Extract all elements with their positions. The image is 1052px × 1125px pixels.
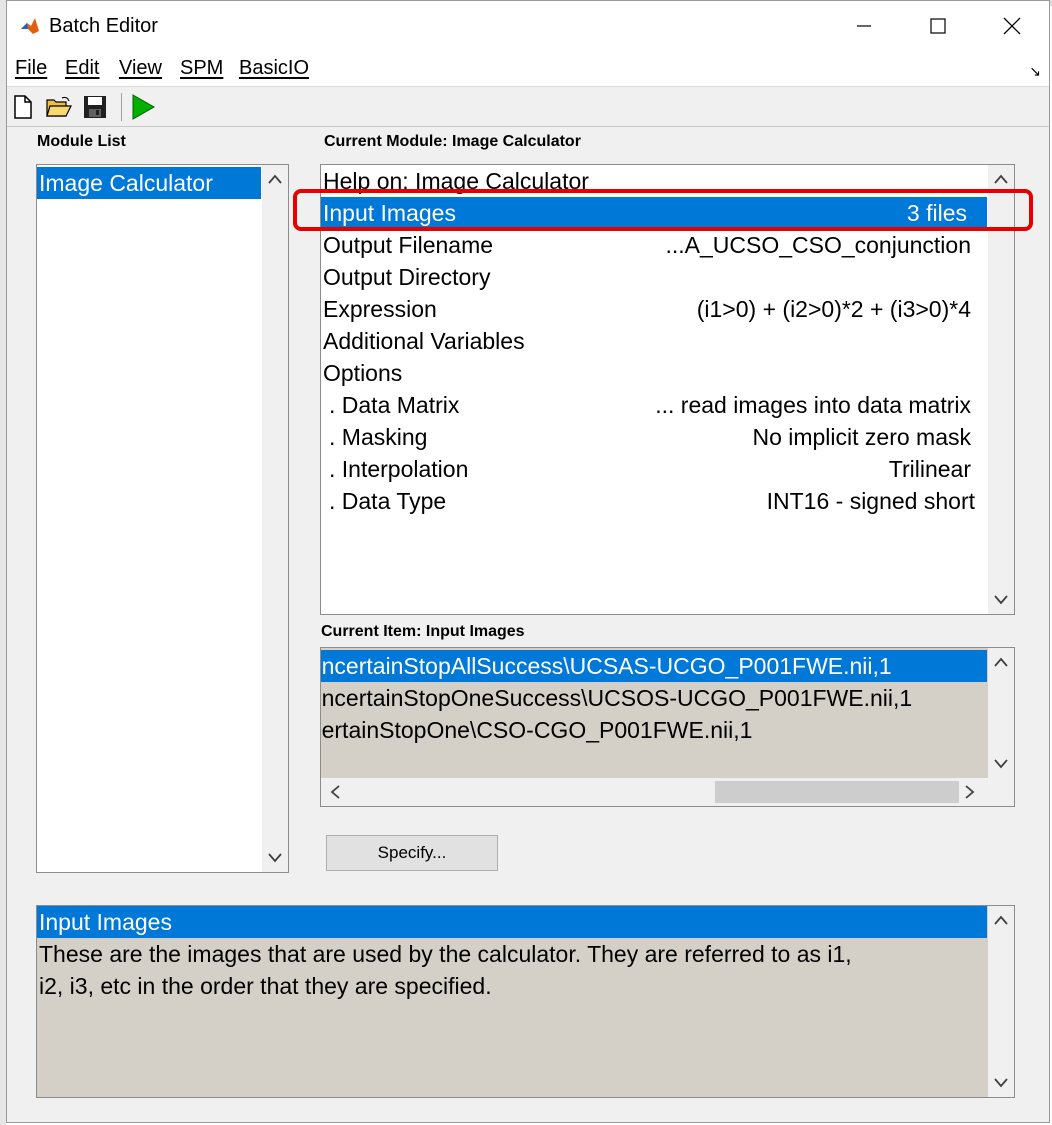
open-folder-icon xyxy=(46,96,72,117)
file-list-item[interactable]: UncertainStopOneSuccess\UCSOS-UCGO_P001F… xyxy=(321,682,987,714)
scroll-up-icon[interactable] xyxy=(988,167,1014,191)
save-icon xyxy=(84,96,106,118)
minimize-button[interactable] xyxy=(827,1,901,51)
scroll-down-icon[interactable] xyxy=(988,752,1014,776)
module-list-label: Module List xyxy=(37,133,126,150)
current-module-scrollbar[interactable] xyxy=(988,165,1014,614)
new-file-button[interactable] xyxy=(9,93,37,121)
maximize-button[interactable] xyxy=(901,1,975,51)
maximize-icon xyxy=(930,18,946,34)
scroll-up-icon[interactable] xyxy=(262,167,288,191)
annotation-highlight-box xyxy=(293,189,1033,231)
help-text-line: i2, i3, etc in the order that they are s… xyxy=(39,973,492,999)
module-row-masking[interactable]: . Masking No implicit zero mask xyxy=(321,421,987,453)
hscroll-thumb[interactable] xyxy=(715,781,959,803)
file-list-item[interactable]: UncertainStopAllSuccess\UCSAS-UCGO_P001F… xyxy=(321,650,987,682)
close-button[interactable] xyxy=(975,1,1049,51)
dock-arrow-icon[interactable]: ↘ xyxy=(1029,63,1041,80)
toolbar xyxy=(7,87,1049,127)
module-row-expression[interactable]: Expression (i1>0) + (i2>0)*2 + (i3>0)*4 xyxy=(321,293,987,325)
batch-editor-window: Batch Editor File Edit View SPM BasicIO … xyxy=(6,0,1050,1123)
specify-button[interactable]: Specify... xyxy=(326,835,498,871)
current-module-list[interactable]: Help on: Image Calculator Input Images 3 … xyxy=(320,164,1015,615)
module-list-scrollbar[interactable] xyxy=(262,165,288,872)
file-list-item[interactable]: CertainStopOne\CSO-CGO_P001FWE.nii,1 xyxy=(321,714,987,746)
module-row-data-type[interactable]: . Data Type INT16 - signed short xyxy=(321,485,987,517)
menu-basicio[interactable]: BasicIO xyxy=(239,57,309,80)
current-item-label: Current Item: Input Images xyxy=(321,623,525,640)
scroll-down-icon[interactable] xyxy=(262,846,288,870)
scroll-down-icon[interactable] xyxy=(988,588,1014,612)
matlab-icon xyxy=(19,15,41,37)
module-list[interactable]: Image Calculator xyxy=(36,164,289,873)
module-row-output-directory[interactable]: Output Directory xyxy=(321,261,987,293)
menu-view[interactable]: View xyxy=(119,57,162,80)
menu-bar: File Edit View SPM BasicIO ↘ xyxy=(7,51,1049,87)
help-text-line: These are the images that are used by th… xyxy=(39,941,852,967)
scroll-up-icon[interactable] xyxy=(988,650,1014,674)
current-module-label: Current Module: Image Calculator xyxy=(324,133,581,150)
menu-spm[interactable]: SPM xyxy=(180,57,223,80)
run-icon xyxy=(132,94,156,120)
help-panel[interactable]: Input Images These are the images that a… xyxy=(36,905,1015,1098)
open-button[interactable] xyxy=(45,93,73,121)
save-button[interactable] xyxy=(81,93,109,121)
module-row-output-filename[interactable]: Output Filename ...A_UCSO_CSO_conjunction xyxy=(321,229,987,261)
menu-edit[interactable]: Edit xyxy=(65,57,99,80)
close-icon xyxy=(1003,17,1021,35)
scroll-left-icon[interactable] xyxy=(325,782,345,802)
module-list-item[interactable]: Image Calculator xyxy=(37,167,261,199)
run-button[interactable] xyxy=(129,93,157,121)
help-title: Input Images xyxy=(37,906,987,938)
new-file-icon xyxy=(14,95,32,119)
module-row-options[interactable]: Options xyxy=(321,357,987,389)
scroll-down-icon[interactable] xyxy=(988,1071,1014,1095)
help-scrollbar[interactable] xyxy=(988,906,1014,1097)
current-item-list[interactable]: UncertainStopAllSuccess\UCSAS-UCGO_P001F… xyxy=(320,647,1015,807)
module-row-data-matrix[interactable]: . Data Matrix... read images into data m… xyxy=(321,389,987,421)
title-bar[interactable]: Batch Editor xyxy=(7,1,1049,51)
minimize-icon xyxy=(857,25,871,27)
module-row-additional-variables[interactable]: Additional Variables xyxy=(321,325,987,357)
toolbar-separator xyxy=(121,93,122,121)
current-item-vscrollbar[interactable] xyxy=(988,648,1014,778)
module-row-interpolation[interactable]: . Interpolation Trilinear xyxy=(321,453,987,485)
scroll-up-icon[interactable] xyxy=(988,908,1014,932)
scroll-right-icon[interactable] xyxy=(960,782,980,802)
window-title: Batch Editor xyxy=(49,15,158,37)
menu-file[interactable]: File xyxy=(15,57,47,80)
current-item-hscrollbar[interactable] xyxy=(321,778,1014,806)
